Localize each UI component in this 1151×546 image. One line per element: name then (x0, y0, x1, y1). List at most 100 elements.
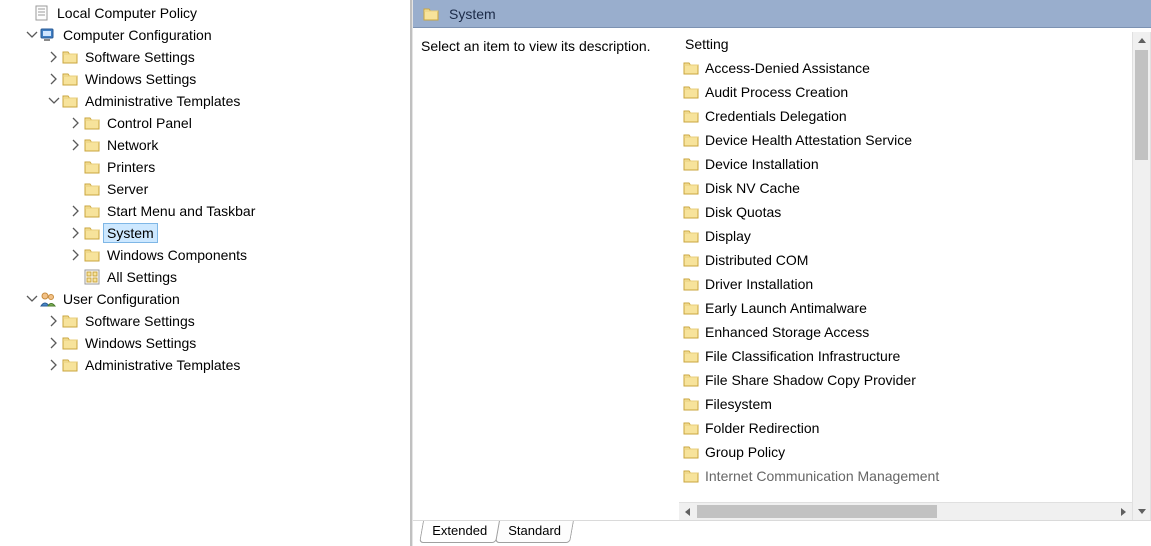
scroll-left-icon[interactable] (679, 503, 697, 521)
hscroll-thumb[interactable] (697, 505, 937, 518)
list-item-label: Internet Communication Management (703, 468, 939, 484)
list-items-container: Access-Denied AssistanceAudit Process Cr… (679, 56, 1132, 488)
list-item-label: Credentials Delegation (703, 108, 847, 124)
tree-node-software-settings[interactable]: Software Settings (44, 46, 410, 68)
tree-label: Control Panel (104, 114, 195, 132)
list-item-label: Device Health Attestation Service (703, 132, 912, 148)
tree-node-user-windows-settings[interactable]: Windows Settings (44, 332, 410, 354)
tree-panel: Local Computer Policy Computer Configura… (0, 0, 412, 546)
list-item-label: Early Launch Antimalware (703, 300, 867, 316)
list-item[interactable]: Credentials Delegation (679, 104, 1132, 128)
folder-icon (683, 396, 699, 412)
chevron-right-icon[interactable] (46, 357, 62, 373)
chevron-down-icon[interactable] (24, 27, 40, 43)
list-item[interactable]: Filesystem (679, 392, 1132, 416)
tab-extended[interactable]: Extended (419, 521, 500, 543)
list-item[interactable]: Device Installation (679, 152, 1132, 176)
list-item[interactable]: Disk Quotas (679, 200, 1132, 224)
chevron-right-icon[interactable] (46, 335, 62, 351)
chevron-right-icon[interactable] (68, 115, 84, 131)
list-item-label: Distributed COM (703, 252, 808, 268)
chevron-right-icon[interactable] (68, 225, 84, 241)
tree-label: System (104, 224, 157, 242)
list-item[interactable]: Enhanced Storage Access (679, 320, 1132, 344)
folder-icon (683, 108, 699, 124)
tree-node-server[interactable]: Server (66, 178, 410, 200)
list-item[interactable]: Distributed COM (679, 248, 1132, 272)
horizontal-scrollbar[interactable] (679, 502, 1132, 520)
list-item[interactable]: Early Launch Antimalware (679, 296, 1132, 320)
folder-icon (683, 180, 699, 196)
tree-node-user-administrative-templates[interactable]: Administrative Templates (44, 354, 410, 376)
folder-icon (62, 313, 78, 329)
tree-node-system[interactable]: System (66, 222, 410, 244)
tree-node-start-menu-taskbar[interactable]: Start Menu and Taskbar (66, 200, 410, 222)
vscroll-thumb[interactable] (1135, 50, 1148, 160)
scroll-up-icon[interactable] (1133, 32, 1150, 50)
list-item[interactable]: Driver Installation (679, 272, 1132, 296)
chevron-right-icon[interactable] (68, 247, 84, 263)
chevron-right-icon[interactable] (46, 71, 62, 87)
all-settings-icon (84, 269, 100, 285)
list-item[interactable]: File Share Shadow Copy Provider (679, 368, 1132, 392)
tree-node-local-computer-policy[interactable]: Local Computer Policy (0, 2, 410, 24)
folder-icon (683, 60, 699, 76)
tree-node-windows-settings[interactable]: Windows Settings (44, 68, 410, 90)
tab-standard[interactable]: Standard (495, 521, 574, 543)
description-text: Select an item to view its description. (421, 38, 651, 54)
tree-label: Server (104, 180, 151, 198)
list-item[interactable]: Audit Process Creation (679, 80, 1132, 104)
list-item[interactable]: File Classification Infrastructure (679, 344, 1132, 368)
folder-icon (84, 137, 100, 153)
folder-icon (683, 468, 699, 484)
tree-node-all-settings[interactable]: All Settings (66, 266, 410, 288)
folder-icon (62, 49, 78, 65)
list-item-label: Display (703, 228, 751, 244)
tree-node-computer-configuration[interactable]: Computer Configuration (22, 24, 410, 46)
tree-node-control-panel[interactable]: Control Panel (66, 112, 410, 134)
tree-node-user-software-settings[interactable]: Software Settings (44, 310, 410, 332)
folder-icon (683, 84, 699, 100)
chevron-right-icon[interactable] (46, 49, 62, 65)
tree-node-network[interactable]: Network (66, 134, 410, 156)
chevron-down-icon[interactable] (24, 291, 40, 307)
tree-node-windows-components[interactable]: Windows Components (66, 244, 410, 266)
list-item[interactable]: Disk NV Cache (679, 176, 1132, 200)
folder-icon (683, 156, 699, 172)
list-item-label: Folder Redirection (703, 420, 819, 436)
list-item-label: Enhanced Storage Access (703, 324, 869, 340)
chevron-right-icon[interactable] (68, 203, 84, 219)
chevron-right-icon[interactable] (68, 137, 84, 153)
list-item[interactable]: Internet Communication Management (679, 464, 1132, 488)
list-item[interactable]: Display (679, 224, 1132, 248)
tree-label: Software Settings (82, 48, 198, 66)
hscroll-track[interactable] (697, 503, 1114, 520)
tree-label: Administrative Templates (82, 356, 243, 374)
vertical-scrollbar[interactable] (1132, 32, 1150, 520)
folder-icon (62, 71, 78, 87)
column-header-setting[interactable]: Setting (679, 32, 1132, 56)
folder-icon (683, 372, 699, 388)
policy-doc-icon (34, 5, 50, 21)
list-item-label: Disk Quotas (703, 204, 781, 220)
list-item-label: Device Installation (703, 156, 819, 172)
chevron-right-icon[interactable] (46, 313, 62, 329)
tree-node-user-configuration[interactable]: User Configuration (22, 288, 410, 310)
tree-node-printers[interactable]: Printers (66, 156, 410, 178)
list-item[interactable]: Group Policy (679, 440, 1132, 464)
list-item[interactable]: Access-Denied Assistance (679, 56, 1132, 80)
list-item[interactable]: Device Health Attestation Service (679, 128, 1132, 152)
content-row: Select an item to view its description. … (413, 28, 1151, 520)
list-item-label: File Classification Infrastructure (703, 348, 900, 364)
tree-node-administrative-templates[interactable]: Administrative Templates (44, 90, 410, 112)
chevron-down-icon[interactable] (46, 93, 62, 109)
scroll-down-icon[interactable] (1133, 502, 1150, 520)
folder-icon (423, 6, 439, 22)
tree-label: Local Computer Policy (54, 4, 200, 22)
list-item[interactable]: Folder Redirection (679, 416, 1132, 440)
scroll-right-icon[interactable] (1114, 503, 1132, 521)
tabstrip: Extended Standard (413, 520, 1151, 546)
folder-icon (84, 159, 100, 175)
folder-icon (683, 132, 699, 148)
folder-icon (683, 420, 699, 436)
